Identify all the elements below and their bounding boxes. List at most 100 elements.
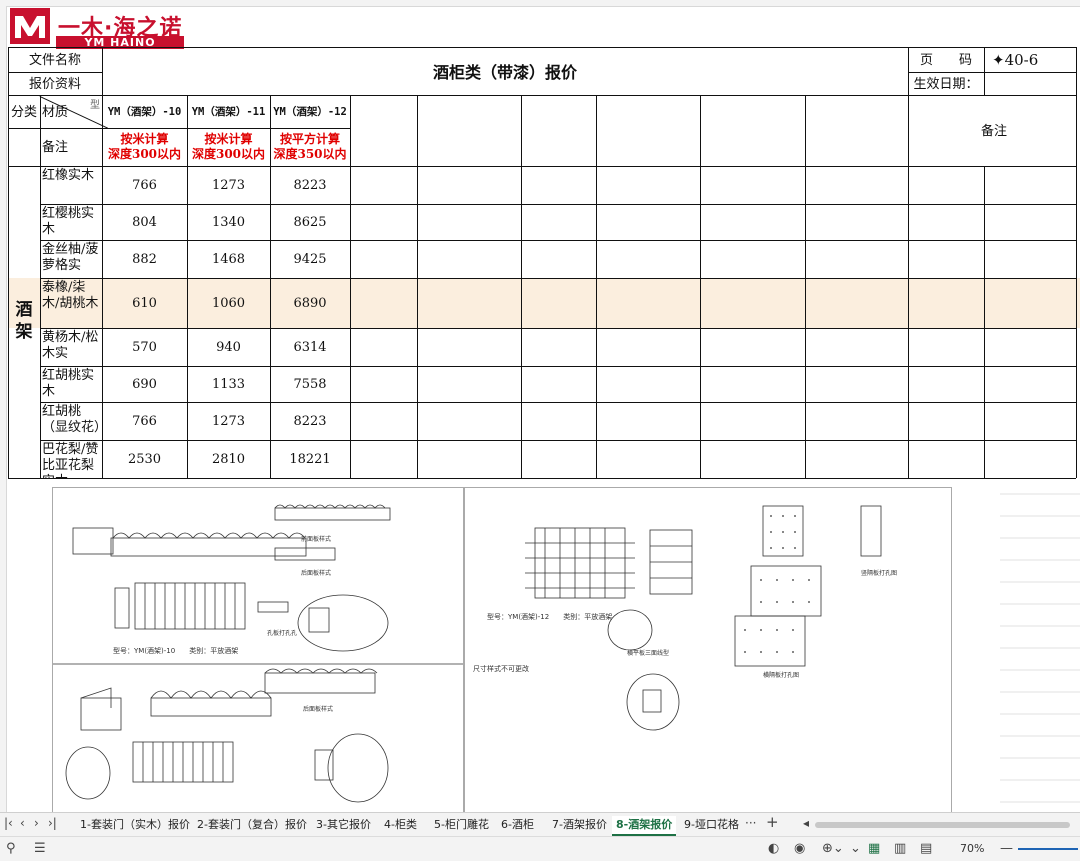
grid-line (8, 95, 1076, 96)
price-cell-12: 6314 (293, 339, 327, 355)
drawing-right-label-1: 横平板三面线型 (627, 650, 670, 657)
drawing-right-label-3: 横隔板打孔图 (763, 672, 800, 679)
price-cell-11: 2810 (211, 451, 246, 467)
grid-line (40, 402, 1076, 403)
price-cell-10: 766 (132, 177, 157, 193)
page-break-icon[interactable]: ▤ (920, 841, 932, 856)
sheet-tab[interactable]: 2-套装门（复合）报价 (193, 816, 311, 834)
drawing-left-front-label: 前面板样式 (301, 536, 332, 543)
material-cell: 红胡桃实木 (42, 368, 95, 399)
price-cell-12: 8625 (293, 214, 327, 230)
paint-icon[interactable]: ◐ (768, 841, 779, 856)
logo-mark-icon (10, 8, 50, 44)
material-cell: 红樱桃实木 (42, 206, 95, 237)
grid-line (350, 95, 351, 478)
sheet-tab[interactable]: 4-柜类 (380, 816, 421, 834)
drawing-right-model-caption: 型号：YM(酒架)-12 类别：平放酒架 (487, 613, 613, 621)
grid-line (40, 478, 1076, 479)
model-code-11: YM（酒架）-11 (191, 105, 266, 118)
sheet-tab[interactable]: 6-酒柜 (497, 816, 538, 834)
more-tabs-button[interactable]: ··· (745, 816, 756, 830)
freeze-icon[interactable]: ⊕⌄ (822, 841, 844, 856)
grid-line (700, 95, 701, 478)
material-cell: 黄杨木/松木实 (42, 330, 99, 361)
grid-line (102, 47, 103, 478)
grid-line (8, 166, 1076, 167)
grid-line (805, 95, 806, 478)
sheet-tab[interactable]: 9-垭口花格 (680, 816, 743, 834)
grid-line (596, 95, 597, 478)
file-name-label: 文件名称 (28, 52, 81, 68)
scroll-left-icon[interactable]: ◂ (803, 816, 809, 830)
model-code-12: YM（酒架）-12 (273, 105, 347, 118)
drawing-left-back-label: 后面板样式 (301, 570, 332, 577)
drawing-right: 型号：YM(酒架)-12 类别：平放酒架 尺寸样式不可更改 横平板三面线型 竖隔… (464, 487, 952, 814)
macro-icon[interactable]: ⚲ (6, 841, 16, 856)
drawing-left: 型号：YM(酒架)-10 类别：平放酒架 前面板样式 后面板样式 孔板打孔孔 后… (52, 487, 464, 814)
horizontal-scrollbar[interactable] (815, 822, 1070, 828)
price-cell-11: 1340 (211, 214, 246, 230)
grid-line (40, 278, 1076, 279)
grid-line (984, 47, 985, 96)
grid-line (1076, 47, 1077, 478)
status-bar: ⚲ ☰ ◐ ◉ ⊕⌄ ⌄ ▦ ▥ ▤ 70% — (0, 836, 1080, 861)
row-header-strip (0, 6, 7, 812)
material-cell: 泰橡/柒木/胡桃木 (42, 280, 99, 311)
grid-line (8, 72, 102, 73)
sheet-tab[interactable]: 5-柜门雕花 (430, 816, 493, 834)
grid-line (908, 72, 1076, 73)
depth-limit: 深度350以内 (273, 147, 347, 161)
prev-sheet-icon[interactable]: ‹ (20, 816, 25, 830)
grid-line (8, 478, 40, 479)
technical-drawing-right-icon (525, 505, 882, 731)
effective-date-label: 生效日期： (913, 76, 979, 92)
last-sheet-nav-icon[interactable]: ›| (48, 816, 57, 830)
zoom-level[interactable]: 70% (960, 842, 984, 855)
price-cell-12: 6890 (293, 295, 327, 311)
price-cell-12: 18221 (289, 451, 331, 467)
page-layout-icon[interactable]: ▥ (894, 841, 906, 856)
zoom-out-icon[interactable]: — (1000, 841, 1013, 856)
sheet-tab[interactable]: 8-酒架报价 (612, 816, 677, 836)
price-cell-11: 1133 (211, 376, 246, 392)
grid-line (270, 95, 271, 478)
eye-icon[interactable]: ◉ (794, 841, 805, 856)
price-cell-12: 8223 (293, 177, 327, 193)
depth-limit: 深度300以内 (107, 147, 182, 161)
price-cell-10: 610 (132, 295, 157, 311)
document-icon[interactable]: ☰ (34, 841, 46, 856)
grid-line (984, 166, 985, 478)
price-cell-11: 1060 (211, 295, 246, 311)
grid-line (40, 240, 1076, 241)
column-header-strip (0, 0, 1080, 7)
sheet-tab[interactable]: 1-套装门（实木）报价 (76, 816, 194, 834)
grid-line (40, 328, 1076, 329)
sheet-tab[interactable]: 3-其它报价 (312, 816, 375, 834)
page-number-label: 页 码 (919, 52, 972, 68)
grid-line (8, 128, 350, 129)
grid-line (417, 95, 418, 478)
price-cell-12: 8223 (293, 413, 327, 429)
page-number-value: ✦40-6 (992, 50, 1039, 69)
price-cell-12: 7558 (293, 376, 327, 392)
price-cell-11: 1468 (211, 251, 246, 267)
category-name: 酒 架 (8, 166, 40, 476)
material-cell: 红橡实木 (42, 168, 95, 183)
zoom-slider[interactable] (1018, 848, 1078, 850)
grid-line (40, 366, 1076, 367)
quote-data-label: 报价资料 (28, 76, 81, 92)
add-sheet-button[interactable]: + (766, 813, 779, 831)
pricing-note-12: 按平方计算 深度350以内 (270, 128, 350, 166)
normal-view-icon[interactable]: ▦ (868, 841, 880, 856)
price-cell-11: 940 (216, 339, 241, 355)
next-sheet-icon[interactable]: › (34, 816, 39, 830)
grid-line (40, 95, 41, 478)
first-sheet-nav-icon[interactable]: |‹ (4, 816, 13, 830)
pricing-note-10: 按米计算 深度300以内 (102, 128, 187, 166)
grid-line (40, 440, 1076, 441)
grid-line (187, 95, 188, 478)
depth-limit: 深度300以内 (191, 147, 266, 161)
sheet-tab[interactable]: 7-酒架报价 (548, 816, 611, 834)
price-cell-10: 882 (132, 251, 157, 267)
more-icon[interactable]: ⌄ (850, 841, 861, 856)
